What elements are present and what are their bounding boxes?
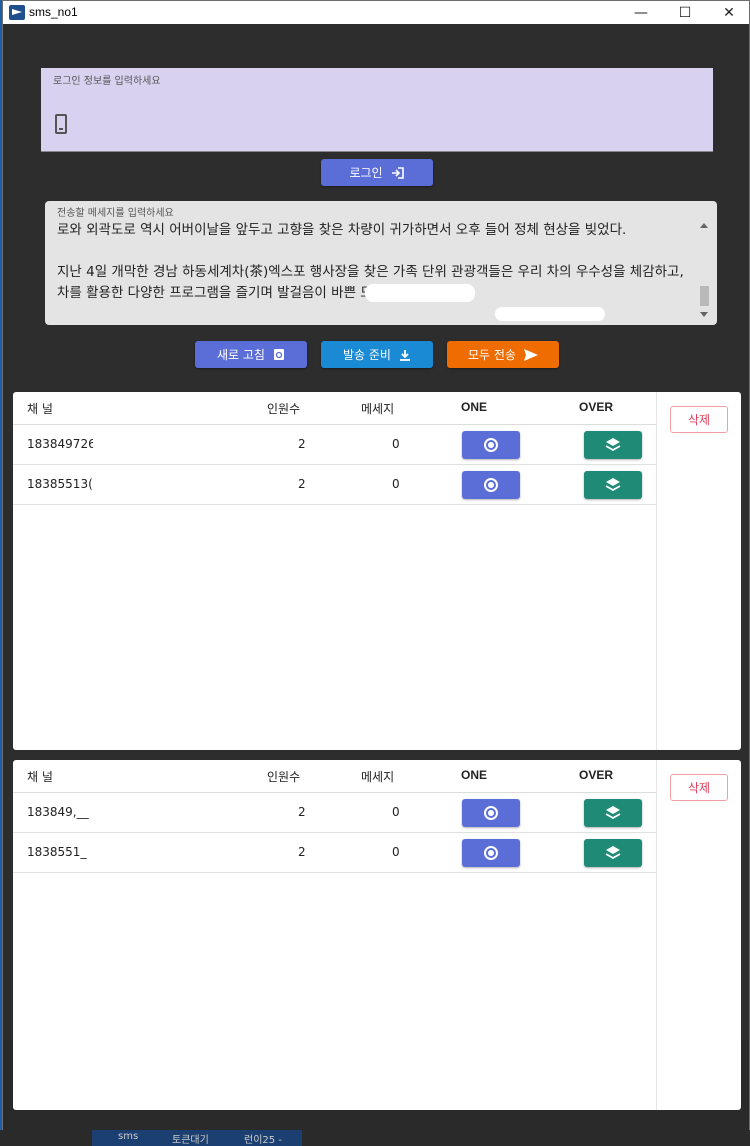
download-icon <box>399 349 410 361</box>
message-textarea[interactable]: 전송할 메세지를 입력하세요 로와 외곽도로 역시 어버이날을 앞두고 고향을 … <box>45 201 717 325</box>
minimize-button[interactable]: — <box>619 1 663 24</box>
login-button-label: 로그인 <box>349 166 383 180</box>
send-over-button[interactable] <box>584 799 642 827</box>
login-input[interactable]: 로그인 정보를 입력하세요 <box>41 68 713 152</box>
message-count: 0 <box>392 845 400 859</box>
header-over: OVER <box>579 768 614 782</box>
delete-panel-button[interactable]: 삭제 <box>670 774 728 801</box>
send-all-button[interactable]: 모두 전송 <box>447 341 559 368</box>
maximize-button[interactable]: ☐ <box>663 1 707 24</box>
send-one-button[interactable] <box>462 431 520 459</box>
channel-id: 18385513( <box>27 477 93 491</box>
prepare-send-button[interactable]: 발송 준비 <box>321 341 433 368</box>
member-count: 2 <box>298 805 306 819</box>
send-all-button-label: 모두 전송 <box>468 348 516 362</box>
scroll-thumb[interactable] <box>700 286 709 306</box>
header-messages: 메세지 <box>361 770 395 784</box>
radio-icon <box>484 846 498 860</box>
login-button[interactable]: 로그인 <box>321 159 433 186</box>
send-one-button[interactable] <box>462 839 520 867</box>
layers-icon <box>605 846 621 860</box>
message-count: 0 <box>392 477 400 491</box>
member-count: 2 <box>298 437 306 451</box>
delete-panel-button[interactable]: 삭제 <box>670 406 728 433</box>
taskbar-item-2[interactable]: 토큰대기 <box>172 1131 209 1146</box>
window-title: sms_no1 <box>29 5 78 19</box>
header-members: 인원수 <box>267 770 301 784</box>
table-row: 1838551_ 2 0 <box>13 833 656 873</box>
table-row: 183849726 2 0 <box>13 425 656 465</box>
radio-icon <box>484 478 498 492</box>
member-count: 2 <box>298 845 306 859</box>
redaction-mark <box>495 307 605 321</box>
title-bar: sms_no1 — ☐ ✕ <box>3 1 749 24</box>
layers-icon <box>605 478 621 492</box>
taskbar-item-sms[interactable]: sms <box>118 1131 138 1142</box>
scroll-down-arrow-icon[interactable] <box>700 312 708 317</box>
phone-icon <box>55 114 67 134</box>
refresh-button[interactable]: 새로 고침 <box>195 341 307 368</box>
refresh-icon <box>273 349 284 360</box>
close-button[interactable]: ✕ <box>707 1 750 24</box>
layers-icon <box>605 438 621 452</box>
table-row: 183849,__ 2 0 <box>13 793 656 833</box>
header-channel: 채 널 <box>27 402 53 416</box>
send-icon <box>523 348 538 361</box>
message-placeholder: 전송할 메세지를 입력하세요 <box>57 208 174 219</box>
app-icon <box>9 5 25 20</box>
message-count: 0 <box>392 437 400 451</box>
channel-id: 1838551_ <box>27 845 87 859</box>
redaction-mark <box>93 433 153 463</box>
header-members: 인원수 <box>267 402 301 416</box>
send-one-button[interactable] <box>462 471 520 499</box>
send-over-button[interactable] <box>584 471 642 499</box>
scroll-up-arrow-icon[interactable] <box>700 223 708 228</box>
message-count: 0 <box>392 805 400 819</box>
send-over-button[interactable] <box>584 839 642 867</box>
panel-divider <box>656 760 657 1110</box>
radio-icon <box>484 438 498 452</box>
header-channel: 채 널 <box>27 770 53 784</box>
taskbar-item-3[interactable]: 런이25 - <box>244 1131 282 1146</box>
channel-id: 183849,__ <box>27 805 89 819</box>
header-one: ONE <box>461 768 488 782</box>
login-placeholder: 로그인 정보를 입력하세요 <box>53 76 161 87</box>
layers-icon <box>605 806 621 820</box>
header-messages: 메세지 <box>361 402 395 416</box>
refresh-button-label: 새로 고침 <box>217 348 265 362</box>
login-icon <box>391 166 404 179</box>
panel-divider <box>656 392 657 750</box>
member-count: 2 <box>298 477 306 491</box>
channel-id: 183849726 <box>27 437 96 451</box>
send-over-button[interactable] <box>584 431 642 459</box>
channel-panel-1: 채 널 인원수 메세지 ONE OVER 183849726 2 0 18385… <box>13 392 741 750</box>
redaction-mark <box>93 473 153 501</box>
channel-panel-2: 채 널 인원수 메세지 ONE OVER 183849,__ 2 0 18385… <box>13 760 741 1110</box>
send-one-button[interactable] <box>462 799 520 827</box>
radio-icon <box>484 806 498 820</box>
main-content: 로그인 정보를 입력하세요 로그인 전송할 메세지를 입력하세요 로와 외곽도로… <box>3 24 749 1110</box>
header-over: OVER <box>579 400 614 414</box>
table-row: 18385513( 2 0 <box>13 465 656 505</box>
message-scrollbar[interactable] <box>699 221 709 319</box>
app-window: sms_no1 — ☐ ✕ 로그인 정보를 입력하세요 로그인 전송할 메세지를… <box>2 0 750 1146</box>
header-one: ONE <box>461 400 488 414</box>
prepare-button-label: 발송 준비 <box>343 348 391 362</box>
redaction-mark <box>365 284 475 302</box>
